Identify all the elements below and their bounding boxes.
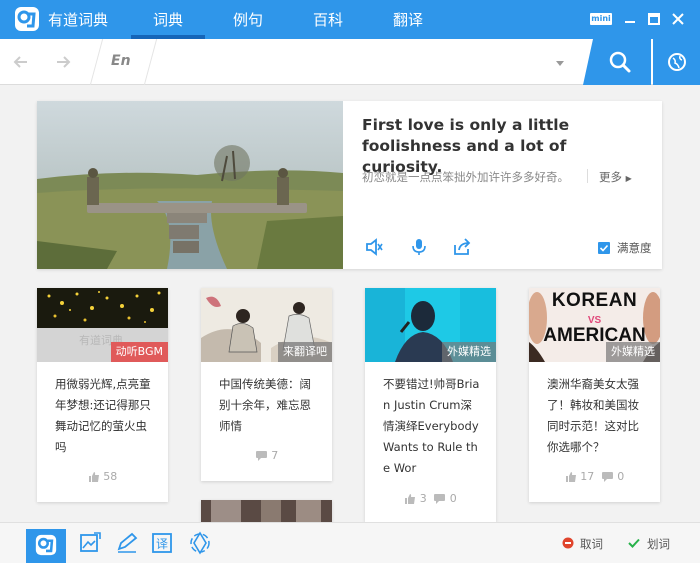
card-tag: 动听BGM: [110, 342, 168, 362]
forward-arrow-icon[interactable]: [52, 51, 74, 73]
card-stats: 3 0: [365, 492, 496, 505]
card-stats: 7: [201, 449, 332, 462]
check-icon[interactable]: [628, 538, 640, 548]
more-label: 更多: [599, 170, 622, 184]
divider: [143, 39, 158, 85]
card-tag: 外媒精选: [606, 342, 660, 362]
share-icon[interactable]: [452, 237, 472, 257]
translate-icon[interactable]: 译: [148, 529, 176, 557]
close-icon[interactable]: [670, 11, 686, 27]
maximize-icon[interactable]: [646, 11, 662, 27]
youdao-logo-icon: [15, 7, 39, 31]
chevron-right-icon: ▶: [625, 174, 632, 183]
image-translate-icon[interactable]: [76, 529, 104, 557]
search-button[interactable]: [583, 39, 651, 85]
history-dropdown-icon[interactable]: [556, 61, 564, 66]
comment-icon: [601, 472, 613, 482]
microphone-icon[interactable]: [409, 237, 429, 257]
sync-icon[interactable]: [186, 529, 214, 557]
quote-chinese: 初恋就是一点点笨拙外加许许多多好奇。: [362, 170, 569, 184]
like-count: 17: [580, 470, 595, 483]
more-link[interactable]: 更多 ▶: [599, 169, 632, 185]
thumbs-up-icon: [565, 472, 576, 482]
like-count: 3: [419, 492, 427, 505]
tab-encyclopedia[interactable]: 百科: [313, 9, 343, 30]
comment-icon: [255, 451, 267, 461]
article-card[interactable]: 外媒精选 不要错过!帅哥Brian Justin Crum深情演绎Everybo…: [365, 288, 496, 522]
card-tag: 外媒精选: [442, 342, 496, 362]
stop-icon[interactable]: [562, 537, 574, 549]
app-title: 有道词典: [48, 11, 109, 29]
divider: [587, 169, 588, 183]
card-title: 澳洲华裔美女太强了！韩妆和美国妆同时示范！这对比你选哪个？: [547, 377, 639, 454]
satisfaction-checkbox[interactable]: [598, 242, 610, 254]
bottom-toolbar: 译 取词 划词: [0, 522, 700, 563]
globe-icon: [668, 53, 686, 71]
search-input[interactable]: [160, 47, 550, 77]
word-capture-label[interactable]: 取词: [580, 536, 603, 552]
thumbs-up-icon: [88, 472, 99, 482]
card-stats: 58: [37, 470, 168, 483]
checkmark-icon: [599, 244, 609, 252]
pen-icon[interactable]: [113, 529, 141, 557]
tab-translate[interactable]: 翻译: [393, 9, 423, 30]
card-title: 用微弱光辉,点亮童年梦想:还记得那只舞动记忆的萤火虫吗: [55, 377, 151, 454]
speaker-icon[interactable]: [364, 237, 384, 257]
image-caption-korean: KOREAN: [551, 290, 638, 311]
dictionary-mode-button[interactable]: [26, 529, 66, 563]
web-search-button[interactable]: [653, 39, 700, 85]
search-icon: [609, 51, 631, 73]
title-bar: 有道词典 词典 例句 百科 翻译 mini: [0, 0, 700, 39]
article-card[interactable]: KOREAN VS AMERICAN 外媒精选 澳洲华裔美女太强了！韩妆和美国妆…: [529, 288, 660, 502]
minimize-icon[interactable]: [622, 11, 638, 27]
article-card[interactable]: 有道词典 动听BGM 用微弱光辉,点亮童年梦想:还记得那只舞动记忆的萤火虫吗 5…: [37, 288, 168, 502]
daily-sentence-card[interactable]: First love is only a little foolishness …: [37, 101, 662, 269]
back-arrow-icon[interactable]: [10, 51, 32, 73]
tab-examples[interactable]: 例句: [233, 9, 263, 30]
comment-count: 0: [449, 492, 457, 505]
youdao-logo-icon: [35, 534, 57, 556]
article-card[interactable]: 来翻译吧 中国传统美德：阔别十余年，难忘恩师情 7: [201, 288, 332, 481]
comment-icon: [434, 494, 446, 504]
card-title: 中国传统美德：阔别十余年，难忘恩师情: [219, 377, 311, 433]
tab-dictionary[interactable]: 词典: [153, 9, 183, 30]
comment-count: 7: [271, 449, 279, 462]
card-title: 不要错过!帅哥Brian Justin Crum深情演绎Everybody Wa…: [383, 377, 480, 475]
card-stats: 17 0: [529, 470, 660, 483]
language-selector[interactable]: En: [111, 53, 131, 69]
mini-mode-button[interactable]: mini: [590, 13, 612, 25]
divider: [89, 39, 104, 85]
selection-translate-label[interactable]: 划词: [647, 536, 670, 552]
comment-count: 0: [617, 470, 625, 483]
svg-text:译: 译: [156, 537, 168, 551]
satisfaction-label: 满意度: [617, 241, 652, 255]
thumbs-up-icon: [405, 494, 416, 504]
card-tag: 来翻译吧: [278, 342, 332, 362]
like-count: 58: [103, 470, 118, 483]
featured-image: [37, 101, 343, 269]
